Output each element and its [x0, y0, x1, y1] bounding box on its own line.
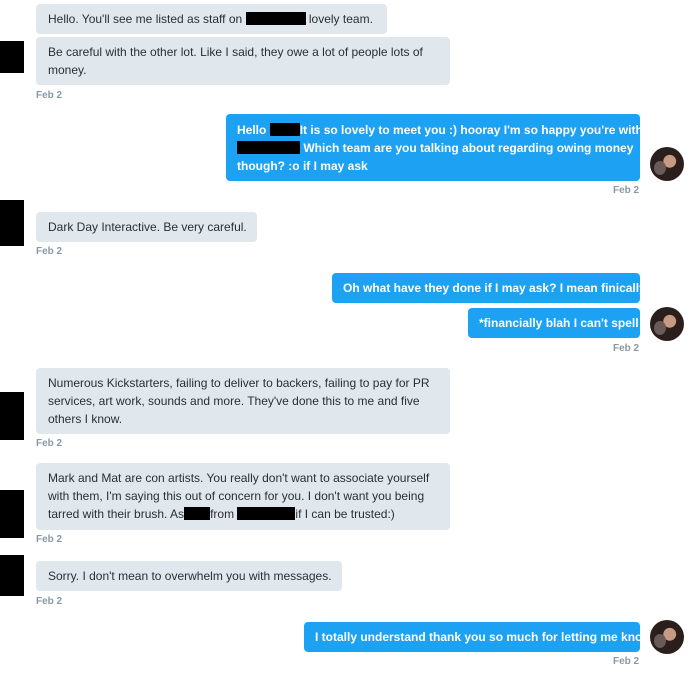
message-text: I totally understand thank you so much f…	[315, 630, 655, 644]
message-timestamp: Feb 2	[36, 596, 63, 607]
message-timestamp: Feb 2	[36, 90, 63, 101]
message-line: Mark and Mat are con artists. You really…	[48, 471, 430, 485]
message-line: money.	[48, 63, 87, 77]
dm-conversation: Hello. You'll see me listed as staff on …	[0, 0, 696, 675]
user-avatar[interactable]	[650, 620, 684, 654]
message-text: Hello. You'll see me listed as staff on	[48, 12, 246, 26]
redacted-avatar	[0, 555, 24, 596]
message-text: from	[210, 507, 235, 521]
redaction-bar	[237, 141, 300, 154]
message-received[interactable]: Sorry. I don't mean to overwhelm you wit…	[36, 561, 342, 591]
message-received[interactable]: Be careful with the other lot. Like I sa…	[36, 37, 450, 85]
message-text: Dark Day Interactive. Be very careful.	[48, 220, 247, 234]
message-line: Numerous Kickstarters, failing to delive…	[48, 376, 430, 390]
message-text: lovely team.	[308, 12, 373, 26]
redacted-avatar	[0, 200, 24, 246]
message-line: though? :o if I may ask	[237, 159, 368, 173]
message-line: services, art work, sounds and more. The…	[48, 394, 420, 408]
message-text: It is so lovely to meet you :) hooray I'…	[299, 123, 643, 137]
message-sent[interactable]: Hello It is so lovely to meet you :) hoo…	[226, 114, 643, 181]
message-text: Hello	[237, 123, 267, 137]
message-sent[interactable]: *financially blah I can't spell	[468, 308, 640, 338]
redaction-bar	[245, 12, 306, 25]
message-received[interactable]: Mark and Mat are con artists. You really…	[36, 463, 450, 530]
redacted-avatar	[0, 490, 24, 538]
message-text: Which team are you talking about regardi…	[303, 141, 634, 155]
message-text: if I can be trusted:)	[295, 507, 395, 521]
redaction-bar	[184, 507, 211, 520]
message-sent[interactable]: Oh what have they done if I may ask? I m…	[332, 273, 646, 303]
message-timestamp: Feb 2	[613, 343, 640, 354]
redacted-avatar	[0, 41, 24, 73]
message-text: tarred with their brush. As	[48, 507, 185, 521]
user-avatar[interactable]	[650, 147, 684, 181]
message-timestamp: Feb 2	[36, 438, 63, 449]
message-text: Sorry. I don't mean to overwhelm you wit…	[48, 569, 332, 583]
redaction-bar	[237, 507, 296, 520]
message-timestamp: Feb 2	[613, 656, 640, 667]
message-received[interactable]: Hello. You'll see me listed as staff on …	[36, 4, 387, 34]
message-line: others I know.	[48, 412, 123, 426]
redaction-bar	[269, 123, 300, 136]
message-timestamp: Feb 2	[36, 534, 63, 545]
message-text: *financially blah I can't spell	[479, 316, 639, 330]
message-text: Oh what have they done if I may ask? I m…	[343, 281, 646, 295]
message-line: Be careful with the other lot. Like I sa…	[48, 45, 423, 59]
message-sent[interactable]: I totally understand thank you so much f…	[304, 622, 655, 652]
redacted-avatar	[0, 392, 24, 440]
message-received[interactable]: Numerous Kickstarters, failing to delive…	[36, 368, 450, 434]
user-avatar[interactable]	[650, 307, 684, 341]
message-received[interactable]: Dark Day Interactive. Be very careful.	[36, 212, 257, 242]
message-line: with them, I'm saying this out of concer…	[48, 489, 425, 503]
message-timestamp: Feb 2	[613, 185, 640, 196]
message-timestamp: Feb 2	[36, 246, 63, 257]
